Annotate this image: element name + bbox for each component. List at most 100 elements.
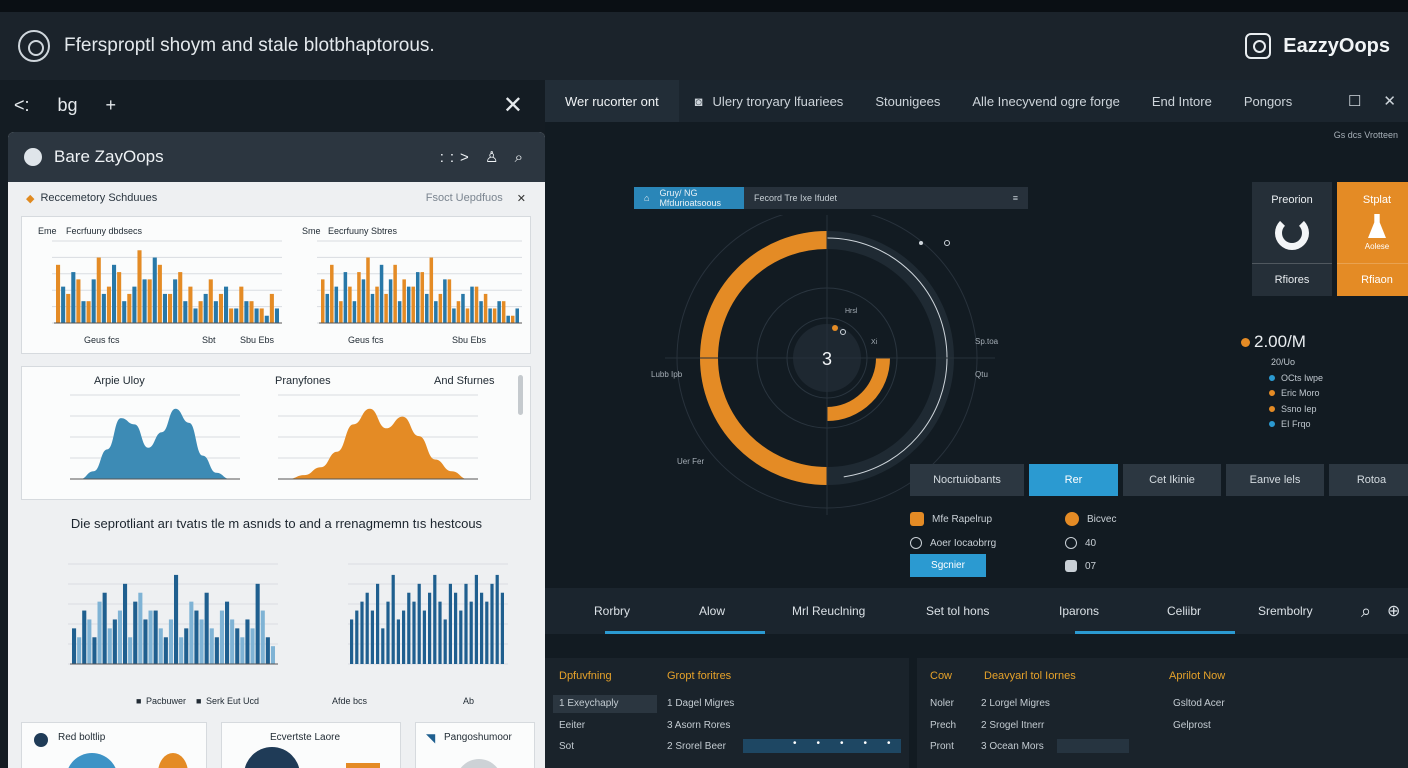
bar xyxy=(259,308,264,323)
table1-r1-c0[interactable]: Eeiter xyxy=(559,720,585,731)
bar xyxy=(82,610,87,664)
card-tools[interactable]: ::> ♙ ⌕ xyxy=(440,148,529,166)
window-title: Ffersproptl shoym and stale blotbhaptoro… xyxy=(64,35,435,56)
bar xyxy=(66,293,71,323)
bar xyxy=(138,592,143,664)
tab-overview[interactable]: Wer rucorter ont xyxy=(545,80,679,122)
primary-button[interactable]: Sgcnier xyxy=(910,554,986,577)
nav-1[interactable]: Alow xyxy=(699,588,725,634)
bar2-xlabel-0: Geus fcs xyxy=(348,335,384,345)
seg-1[interactable]: Rer xyxy=(1029,464,1118,496)
card-stplat[interactable]: Stplat Aolese Rfiaon xyxy=(1337,182,1408,296)
tab-bg[interactable]: bg xyxy=(58,95,78,116)
bar xyxy=(245,619,250,664)
bar xyxy=(203,293,208,323)
mini-card-1[interactable]: Red boltlip xyxy=(21,722,207,768)
table1-header-1: Gropt foritres xyxy=(667,670,732,682)
nav-6[interactable]: Srembolry xyxy=(1258,588,1313,634)
bar xyxy=(386,601,390,664)
option-1[interactable]: Bicvec xyxy=(1065,512,1116,526)
bar xyxy=(213,301,218,323)
card-preorion-title: Preorion xyxy=(1271,194,1313,206)
bar xyxy=(490,583,494,664)
stat-value-text: 2.00/M xyxy=(1254,332,1306,351)
mini-card-2-pie xyxy=(244,747,300,768)
table2-r0-c0[interactable]: Noler xyxy=(930,698,954,709)
maximize-icon[interactable]: ☐ xyxy=(1348,92,1361,110)
tab-settings[interactable]: Stounigees xyxy=(859,80,956,122)
bar xyxy=(469,601,473,664)
back-icon[interactable]: <: xyxy=(14,95,30,116)
bar xyxy=(122,301,127,323)
section-icon: ◆ xyxy=(26,193,35,205)
stat-value: 2.00/M xyxy=(1241,332,1306,352)
tab-query[interactable]: ◙ Ulery troryary lfuariees xyxy=(679,80,860,122)
nav-4[interactable]: Iparons xyxy=(1059,588,1099,634)
table-left: Dpfuvfning Gropt foritres 1 Exeychaply 1… xyxy=(545,658,909,768)
nav-3[interactable]: Set tol hons xyxy=(926,588,989,634)
bar xyxy=(92,637,97,664)
close-icon[interactable]: ✕ xyxy=(1383,92,1396,110)
legend-item-3: EI Frqo xyxy=(1269,417,1323,433)
bar xyxy=(265,637,270,664)
bar xyxy=(339,301,343,323)
card-stplat-mid: Aolese xyxy=(1364,242,1390,251)
bar xyxy=(415,272,420,323)
bar xyxy=(183,301,188,323)
bar xyxy=(325,293,330,323)
search-icon[interactable]: ⌕ xyxy=(1361,588,1371,634)
seg-4[interactable]: Rotoa xyxy=(1329,464,1408,496)
breadcrumb-a-label: Gruy/ NG Mfdurioatsoous xyxy=(659,188,721,208)
section-close-icon[interactable]: ✕ xyxy=(517,192,526,205)
mini-card-3[interactable]: ◥ Pangoshumoor xyxy=(415,722,535,768)
close-icon[interactable]: ✕ xyxy=(503,91,523,120)
option-2[interactable]: Aoer Iocaobrrg xyxy=(910,537,996,549)
bar xyxy=(162,293,167,323)
mini-card-3-title: Pangoshumoor xyxy=(444,732,512,743)
table1-r2-c0[interactable]: Sot xyxy=(559,741,574,752)
bar xyxy=(479,301,483,323)
seg-3[interactable]: Eanve lels xyxy=(1226,464,1324,496)
nav-5[interactable]: Celiibr xyxy=(1167,588,1201,634)
card-preorion[interactable]: Preorion Rfiores xyxy=(1252,182,1332,296)
add-tab-icon[interactable]: + xyxy=(106,95,117,116)
bar xyxy=(255,583,260,664)
curve-title-2: Pranyfones xyxy=(275,375,331,387)
bar xyxy=(422,610,426,664)
nav-0[interactable]: Rorbry xyxy=(594,588,630,634)
bar xyxy=(112,264,117,323)
table1-r0-c0[interactable]: 1 Exeychaply xyxy=(559,698,618,709)
option-4[interactable]: 07 xyxy=(1065,560,1096,572)
breadcrumb-home[interactable]: ⌂ Gruy/ NG Mfdurioatsoous xyxy=(634,187,744,209)
breadcrumb-current[interactable]: Fecord Tre Ixe Ifudet ≡ xyxy=(744,187,1028,209)
option-3[interactable]: 40 xyxy=(1065,537,1096,549)
globe-icon[interactable]: ⊕ xyxy=(1387,588,1400,634)
table2-r2-c0[interactable]: Pront xyxy=(930,741,954,752)
seg-2[interactable]: Cet Ikinie xyxy=(1123,464,1221,496)
bar xyxy=(244,301,249,323)
bar xyxy=(402,279,406,323)
bar xyxy=(234,308,239,323)
bar-panels: Eme Fecrfuuny dbdsecs Sme Eecrfuuny Sbtr… xyxy=(21,216,531,354)
tab-progress[interactable]: Pongors xyxy=(1228,80,1308,122)
table2-r1-c0[interactable]: Prech xyxy=(930,720,956,731)
tab-inventory[interactable]: Alle Inecyvend ogre forge xyxy=(956,80,1135,122)
seg-0[interactable]: Nocrtuiobants xyxy=(910,464,1024,496)
bar xyxy=(388,279,393,323)
brand[interactable]: EazzyOops xyxy=(1245,33,1390,59)
mini-card-2[interactable]: Ecvertste Laore xyxy=(221,722,401,768)
scrollbar[interactable] xyxy=(518,375,523,415)
bar xyxy=(270,646,275,664)
legend-item-1: Eric Moro xyxy=(1269,386,1323,402)
bar xyxy=(107,628,112,664)
bar xyxy=(274,308,279,323)
option-4-label: 07 xyxy=(1085,560,1097,572)
section-right-label[interactable]: Fsoct Uepdfuos xyxy=(426,192,503,205)
option-0[interactable]: Mfe Rapelrup xyxy=(910,512,992,526)
tab-end[interactable]: End Intore xyxy=(1136,80,1228,122)
table2-r0-c2: Gsltod Acer xyxy=(1173,698,1225,709)
mini-card-2-title: Ecvertste Laore xyxy=(270,732,341,743)
gauge-label-0: Lubb Ipb xyxy=(651,370,683,379)
nav-2[interactable]: Mrl Reuclning xyxy=(792,588,865,634)
bar xyxy=(497,301,501,323)
